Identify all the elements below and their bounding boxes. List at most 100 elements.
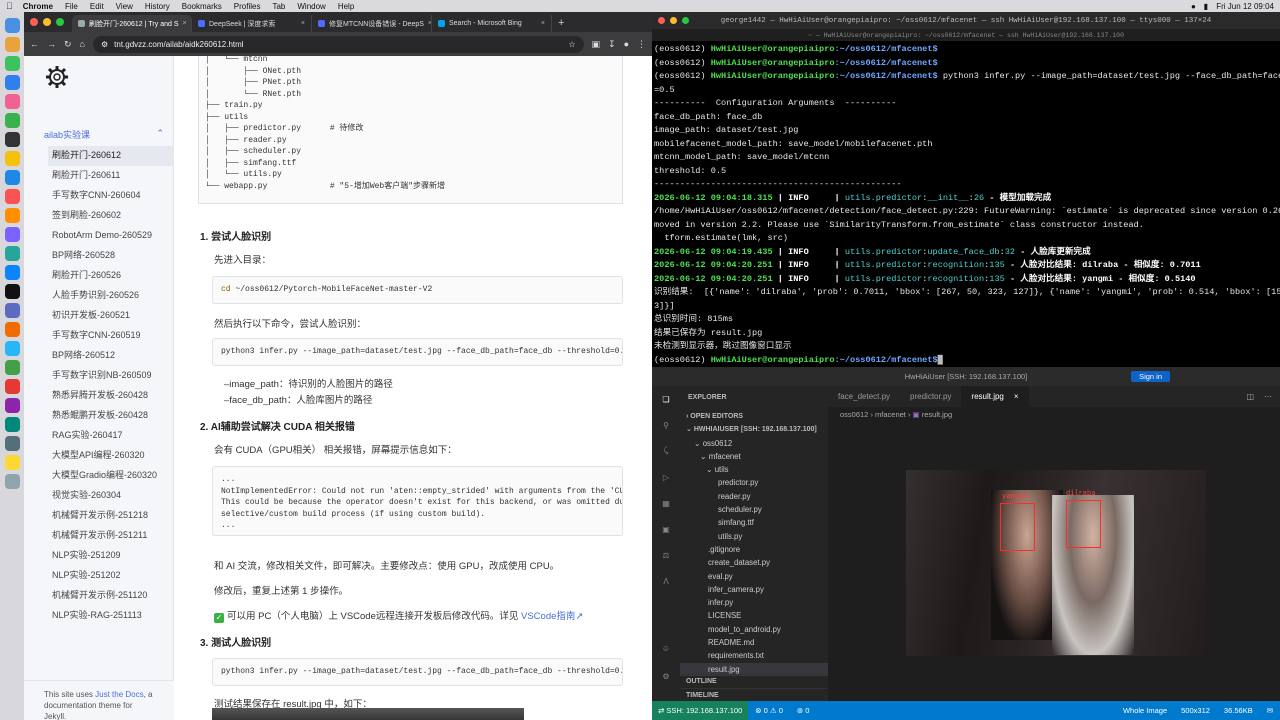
- vscode-icon[interactable]: [4, 265, 20, 280]
- apple-icon[interactable]: : [6, 1, 13, 11]
- testing-icon[interactable]: ⚖: [652, 542, 680, 568]
- close-tab-icon[interactable]: ×: [182, 20, 186, 27]
- app-icon[interactable]: [4, 37, 20, 52]
- menu-edit[interactable]: Edit: [90, 2, 104, 11]
- wechat-icon[interactable]: [4, 56, 20, 71]
- battery-icon[interactable]: ▮: [1204, 2, 1208, 11]
- menu-window[interactable]: Window: [297, 2, 325, 11]
- file-item[interactable]: infer_camera.py: [680, 583, 828, 596]
- settings-gear-icon[interactable]: ⚙: [652, 663, 680, 689]
- app-icon[interactable]: [4, 227, 20, 242]
- app-icon[interactable]: [4, 417, 20, 432]
- file-item[interactable]: reader.py: [680, 490, 828, 503]
- close-tab-icon[interactable]: ×: [1014, 392, 1019, 401]
- app-icon[interactable]: [4, 360, 20, 375]
- more-actions-icon[interactable]: ⋯: [1264, 392, 1272, 401]
- notifications-bell-icon[interactable]: ✉: [1260, 706, 1280, 715]
- minimize-window-button[interactable]: [670, 17, 677, 24]
- file-item[interactable]: create_dataset.py: [680, 556, 828, 569]
- sidebar-item[interactable]: 刷脸开门-260612: [48, 146, 174, 166]
- close-window-button[interactable]: [30, 18, 38, 26]
- zoom-window-button[interactable]: [56, 18, 64, 26]
- search-icon[interactable]: ⚲: [652, 412, 680, 438]
- file-item[interactable]: requirements.txt: [680, 649, 828, 662]
- music-icon[interactable]: [4, 189, 20, 204]
- extensions-icon[interactable]: ▣: [592, 39, 601, 50]
- sidebar-item[interactable]: BP网络-260528: [48, 246, 174, 266]
- just-the-docs-link[interactable]: Just the Docs: [95, 690, 143, 699]
- app-icon[interactable]: [4, 113, 20, 128]
- app-icon[interactable]: [4, 398, 20, 413]
- site-info-icon[interactable]: ⚙: [101, 40, 108, 49]
- sidebar-item[interactable]: 手写数字CNN-260604: [48, 186, 174, 206]
- extensions-icon[interactable]: ▦: [652, 490, 680, 516]
- chrome-menu-icon[interactable]: ⋮: [637, 39, 646, 50]
- breadcrumb-item[interactable]: mfacenet: [875, 410, 906, 419]
- ports-indicator[interactable]: ⊛ 0: [790, 706, 817, 715]
- reload-icon[interactable]: ↻: [64, 39, 72, 50]
- zoom-window-button[interactable]: [682, 17, 689, 24]
- omnibox[interactable]: ⚙ tnt.gdvzz.com/ailab/aidk260612.html ☆: [92, 35, 584, 53]
- menu-profiles[interactable]: Profiles: [234, 2, 261, 11]
- sidebar-item[interactable]: BP网络-260512: [48, 346, 174, 366]
- sign-in-button[interactable]: Sign in: [1131, 371, 1170, 382]
- vscode-guide-link[interactable]: VSCode指南↗: [521, 611, 583, 622]
- terminal-tab[interactable]: ~ — HwHiAiUser@orangepiaipro: ~/oss0612/…: [652, 29, 1280, 41]
- profile-icon[interactable]: ●: [624, 39, 629, 49]
- sidebar-item[interactable]: 熟悉鲲鹏开发板-260428: [48, 406, 174, 426]
- editor-tab-face-detect[interactable]: face_detect.py: [828, 386, 900, 407]
- source-control-icon[interactable]: ⤹: [652, 438, 680, 464]
- app-icon[interactable]: [4, 455, 20, 470]
- app-icon[interactable]: [4, 303, 20, 318]
- menu-tab[interactable]: Tab: [272, 2, 285, 11]
- browser-tab-2[interactable]: DeepSeek | 深度求索 ×: [192, 15, 312, 32]
- app-icon[interactable]: [4, 94, 20, 109]
- sidebar-section-ailab[interactable]: ailab实验课 ⌃: [44, 128, 164, 141]
- close-window-button[interactable]: [658, 17, 665, 24]
- remote-explorer-icon[interactable]: ▣: [652, 516, 680, 542]
- sidebar-item[interactable]: 手写数字识别NB-260509: [48, 366, 174, 386]
- browser-tab-3[interactable]: 修复MTCNN设备错误 - DeepS ×: [312, 15, 432, 32]
- close-tab-icon[interactable]: ×: [541, 20, 545, 27]
- download-icon[interactable]: ↧: [608, 39, 616, 50]
- sidebar-item[interactable]: 人脸手势识别-260526: [48, 286, 174, 306]
- folder-utils[interactable]: ⌄ utils: [680, 463, 828, 476]
- workspace-root[interactable]: ⌄ HWHIAIUSER [SSH: 192.168.137.100]: [680, 423, 828, 436]
- menu-history[interactable]: History: [145, 2, 170, 11]
- editor-tab-result[interactable]: result.jpg ×: [961, 386, 1029, 407]
- app-icon[interactable]: [4, 379, 20, 394]
- problems-indicator[interactable]: ⊗ 0 ⚠ 0: [748, 706, 790, 715]
- outline-section[interactable]: OUTLINE: [680, 674, 828, 687]
- sidebar-item[interactable]: 初识开发板-260521: [48, 306, 174, 326]
- sidebar-item[interactable]: 刷脸开门-260526: [48, 266, 174, 286]
- file-item[interactable]: LICENSE: [680, 609, 828, 622]
- zoom-view-indicator[interactable]: Whole Image: [1116, 706, 1174, 715]
- sidebar-item[interactable]: 签到刷脸-260602: [48, 206, 174, 226]
- file-item[interactable]: model_to_android.py: [680, 623, 828, 636]
- sidebar-item[interactable]: 大模型API编程-260320: [48, 446, 174, 466]
- sidebar-item[interactable]: 机械臂开发示例-251211: [48, 526, 174, 546]
- sidebar-item[interactable]: 大模型Gradio编程-260320: [48, 466, 174, 486]
- minimize-window-button[interactable]: [43, 18, 51, 26]
- split-editor-icon[interactable]: ◫: [1246, 392, 1254, 401]
- wifi-icon[interactable]: ●: [1191, 2, 1196, 11]
- run-debug-icon[interactable]: ▷: [652, 464, 680, 490]
- menu-bookmarks[interactable]: Bookmarks: [182, 2, 222, 11]
- close-tab-icon[interactable]: ×: [301, 20, 305, 27]
- app-icon[interactable]: [4, 322, 20, 337]
- account-icon[interactable]: ☺: [652, 635, 680, 661]
- sidebar-item[interactable]: 手写数字CNN-260519: [48, 326, 174, 346]
- file-item[interactable]: eval.py: [680, 570, 828, 583]
- app-icon[interactable]: [4, 436, 20, 451]
- bookmark-star-icon[interactable]: ☆: [568, 40, 575, 49]
- file-item[interactable]: predictor.py: [680, 476, 828, 489]
- trash-icon[interactable]: [4, 474, 20, 489]
- file-item[interactable]: README.md: [680, 636, 828, 649]
- app-icon[interactable]: [4, 75, 20, 90]
- sidebar-item[interactable]: 机械臂开发示例-251120: [48, 586, 174, 606]
- app-icon[interactable]: [4, 284, 20, 299]
- file-item[interactable]: infer.py: [680, 596, 828, 609]
- chevron-up-icon[interactable]: ⌃: [156, 128, 164, 141]
- terminal-output[interactable]: (eoss0612) HwHiAiUser@orangepiaipro:~/os…: [652, 41, 1280, 367]
- sidebar-item[interactable]: NLP实验-RAG-251113: [48, 606, 174, 626]
